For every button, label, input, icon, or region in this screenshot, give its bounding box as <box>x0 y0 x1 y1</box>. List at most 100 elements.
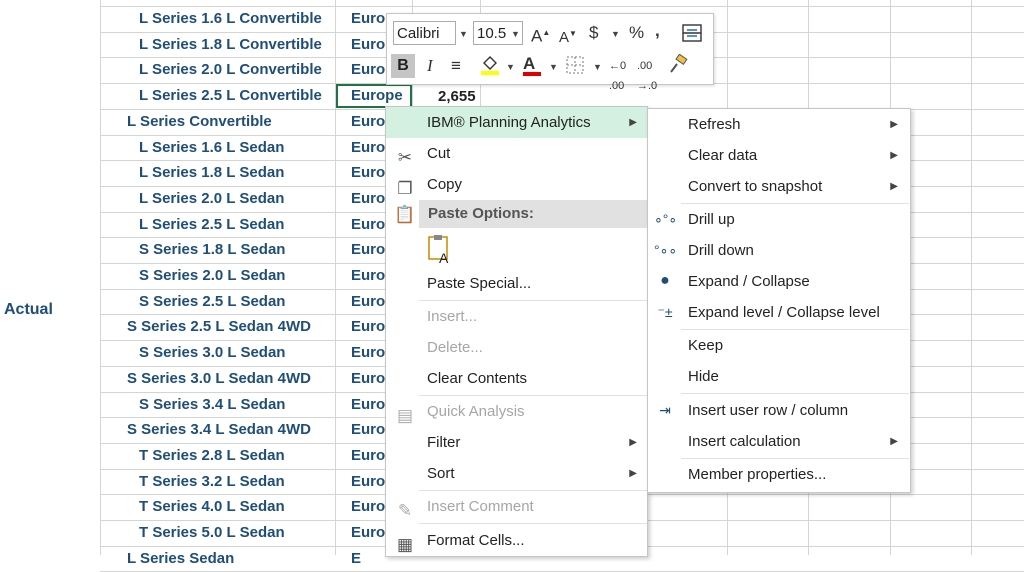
paste-keep-text-icon[interactable]: A <box>427 233 455 266</box>
model-cell[interactable]: S Series 1.8 L Sedan <box>139 237 285 262</box>
increase-decimal-icon[interactable]: ←0.00 <box>609 56 626 96</box>
fill-color-icon[interactable] <box>479 54 501 81</box>
menu-separator <box>419 523 647 524</box>
menu-item-format-cells[interactable]: ▦ Format Cells... <box>386 525 647 556</box>
svg-text:A: A <box>439 250 449 265</box>
menu-item-copy[interactable]: ❐ Copy <box>386 169 647 200</box>
region-cell[interactable]: Euro <box>351 237 385 262</box>
region-cell[interactable]: Euro <box>351 32 385 57</box>
region-cell[interactable]: Euro <box>351 160 385 185</box>
expand-collapse-icon: ● <box>660 272 670 289</box>
model-cell[interactable]: L Series 2.5 L Sedan <box>139 212 284 237</box>
menu-item-insert-comment[interactable]: ✎ Insert Comment <box>386 491 647 522</box>
model-cell[interactable]: S Series 3.0 L Sedan <box>139 340 285 365</box>
submenu-item-expand-collapse[interactable]: ● Expand / Collapse <box>648 266 910 297</box>
region-cell[interactable]: Euro <box>351 417 385 442</box>
menu-item-filter[interactable]: Filter ▶ <box>386 427 647 458</box>
region-cell[interactable]: Euro <box>351 109 385 134</box>
submenu-arrow-icon: ▶ <box>890 119 898 130</box>
decrease-font-icon[interactable]: A▼ <box>559 24 577 48</box>
percent-icon[interactable]: % <box>629 23 644 43</box>
model-cell[interactable]: S Series 3.4 L Sedan 4WD <box>127 417 311 442</box>
borders-icon[interactable] <box>565 55 585 80</box>
menu-item-label: Refresh <box>688 116 741 133</box>
region-cell[interactable]: Euro <box>351 57 385 82</box>
submenu-item-drill-up[interactable]: ∘°∘ Drill up <box>648 204 910 235</box>
model-cell[interactable]: L Series 2.0 L Convertible <box>139 57 322 82</box>
menu-item-cut[interactable]: ✂ Cut <box>386 138 647 169</box>
decrease-decimal-icon[interactable]: .00 →.0 <box>637 56 657 96</box>
region-cell[interactable]: Euro <box>351 494 385 519</box>
region-cell[interactable]: Euro <box>351 443 385 468</box>
region-cell[interactable]: Euro <box>351 186 385 211</box>
menu-item-clear-contents[interactable]: Clear Contents <box>386 363 647 394</box>
align-center-icon[interactable]: ≡ <box>451 56 461 76</box>
font-dropdown-icon[interactable]: ▼ <box>459 29 468 39</box>
increase-font-icon[interactable]: A▲ <box>531 23 550 47</box>
menu-item-label: Drill up <box>688 211 735 228</box>
region-cell[interactable]: Euro <box>351 6 385 31</box>
model-cell[interactable]: S Series 3.4 L Sedan <box>139 392 285 417</box>
model-cell[interactable]: L Series 1.8 L Convertible <box>139 32 322 57</box>
region-cell[interactable]: Euro <box>351 366 385 391</box>
model-cell[interactable]: L Series 2.5 L Convertible <box>139 83 322 108</box>
menu-item-delete[interactable]: Delete... <box>386 332 647 363</box>
submenu-item-insert-calculation[interactable]: Insert calculation ▶ <box>648 426 910 457</box>
menu-item-planning-analytics[interactable]: IBM® Planning Analytics ▶ <box>386 107 647 138</box>
model-cell[interactable]: L Series Sedan <box>127 546 234 571</box>
model-cell[interactable]: S Series 2.5 L Sedan 4WD <box>127 314 311 339</box>
region-cell[interactable]: Euro <box>351 135 385 160</box>
borders-dropdown-icon[interactable]: ▼ <box>593 62 602 72</box>
menu-item-insert[interactable]: Insert... <box>386 301 647 332</box>
model-cell[interactable]: L Series Convertible <box>127 109 272 134</box>
submenu-item-hide[interactable]: Hide <box>648 361 910 392</box>
model-cell[interactable]: S Series 2.5 L Sedan <box>139 289 285 314</box>
region-cell[interactable]: Euro <box>351 392 385 417</box>
group-label[interactable]: Actual <box>4 301 53 319</box>
model-cell[interactable]: L Series 2.0 L Sedan <box>139 186 284 211</box>
italic-button[interactable]: I <box>427 56 433 76</box>
region-cell[interactable]: Euro <box>351 314 385 339</box>
model-cell[interactable]: T Series 5.0 L Sedan <box>139 520 285 545</box>
model-cell[interactable]: L Series 1.6 L Sedan <box>139 135 284 160</box>
region-cell[interactable]: Euro <box>351 469 385 494</box>
model-cell[interactable]: T Series 2.8 L Sedan <box>139 443 285 468</box>
region-cell[interactable]: Euro <box>351 289 385 314</box>
font-name-box[interactable]: Calibri <box>393 21 456 45</box>
submenu-item-member-properties[interactable]: Member properties... <box>648 459 910 490</box>
menu-item-label: Cut <box>427 145 451 162</box>
model-cell[interactable]: S Series 3.0 L Sedan 4WD <box>127 366 311 391</box>
model-cell[interactable]: T Series 4.0 L Sedan <box>139 494 285 519</box>
model-cell[interactable]: S Series 2.0 L Sedan <box>139 263 285 288</box>
comma-icon[interactable]: , <box>655 21 660 41</box>
font-color-icon[interactable]: A <box>523 54 541 76</box>
paste-options-header: Paste Options: <box>419 200 647 228</box>
region-cell[interactable]: Euro <box>351 520 385 545</box>
mini-toolbar: Calibri ▼ 10.5 ▼ A▲ A▼ $ ▼ % , B I ≡ ▼ A… <box>386 13 714 92</box>
wrap-format-icon[interactable] <box>681 22 703 49</box>
menu-item-paste-special[interactable]: Paste Special... <box>386 268 647 299</box>
model-cell[interactable]: L Series 1.8 L Sedan <box>139 160 284 185</box>
region-cell[interactable]: Euro <box>351 212 385 237</box>
font-size-dropdown-icon[interactable]: ▼ <box>511 29 520 39</box>
submenu-item-refresh[interactable]: Refresh ▶ <box>648 109 910 140</box>
region-cell[interactable]: Euro <box>351 263 385 288</box>
submenu-item-keep[interactable]: Keep <box>648 330 910 361</box>
model-cell[interactable]: T Series 3.2 L Sedan <box>139 469 285 494</box>
submenu-item-clear-data[interactable]: Clear data ▶ <box>648 140 910 171</box>
submenu-item-insert-row[interactable]: ⇥ Insert user row / column <box>648 395 910 426</box>
currency-dropdown-icon[interactable]: ▼ <box>611 29 620 39</box>
model-cell[interactable]: L Series 1.6 L Convertible <box>139 6 322 31</box>
menu-item-sort[interactable]: Sort ▶ <box>386 458 647 489</box>
submenu-item-expand-level[interactable]: ⁻± Expand level / Collapse level <box>648 297 910 328</box>
submenu-item-convert-snapshot[interactable]: Convert to snapshot ▶ <box>648 171 910 202</box>
menu-item-quick-analysis[interactable]: ▤ Quick Analysis <box>386 396 647 427</box>
font-color-dropdown-icon[interactable]: ▼ <box>549 62 558 72</box>
currency-icon[interactable]: $ <box>589 23 598 43</box>
fill-dropdown-icon[interactable]: ▼ <box>506 62 515 72</box>
submenu-item-drill-down[interactable]: °∘∘ Drill down <box>648 235 910 266</box>
format-painter-icon[interactable] <box>667 53 689 81</box>
bold-button[interactable]: B <box>391 54 415 78</box>
region-cell[interactable]: E <box>351 546 361 571</box>
region-cell[interactable]: Euro <box>351 340 385 365</box>
